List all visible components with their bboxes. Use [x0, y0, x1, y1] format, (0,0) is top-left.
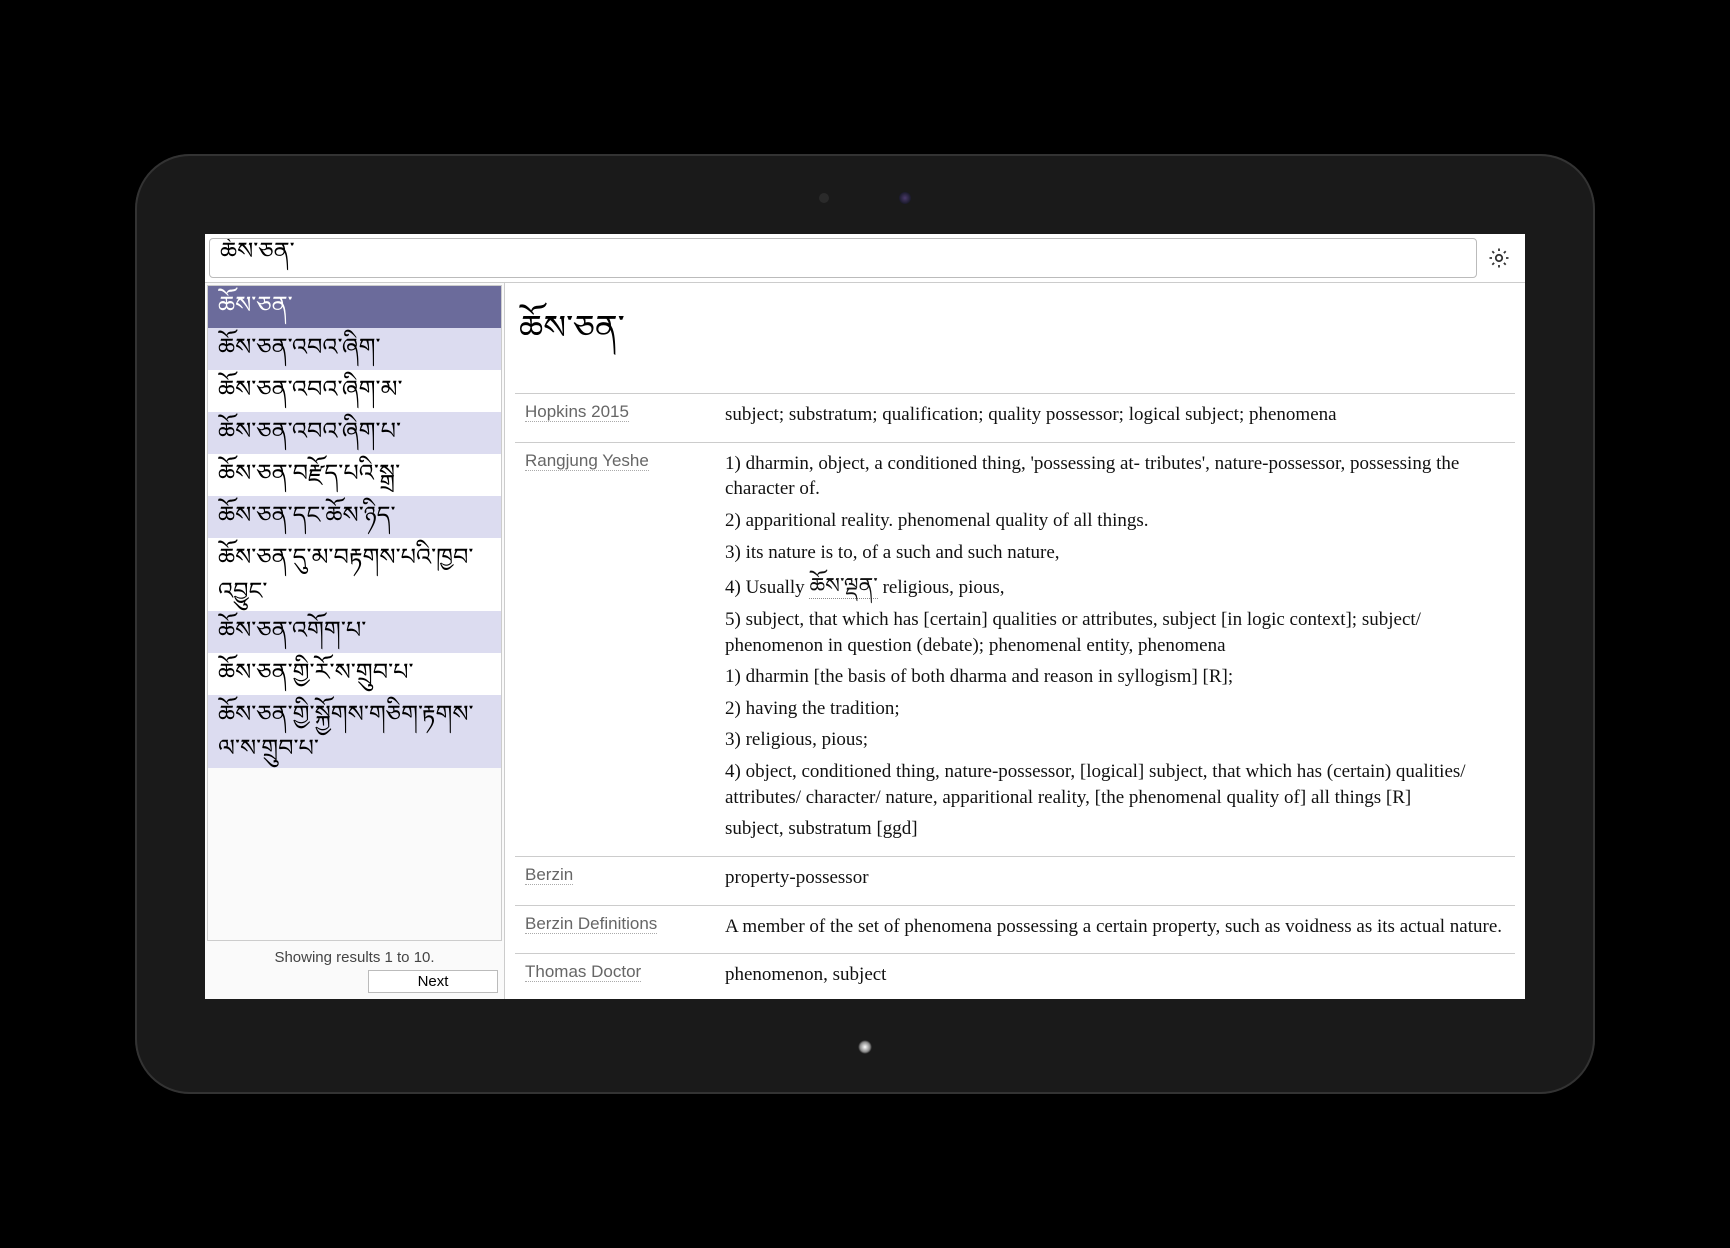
- definition-cell: 1) dharmin, object, a conditioned thing,…: [715, 442, 1515, 856]
- tibetan-inline-link[interactable]: ཆོས་ལྡན་: [809, 573, 877, 599]
- definition-row: Rangjung Yeshe 1) dharmin, object, a cond…: [515, 442, 1515, 856]
- definition-row: Berzin property-possessor: [515, 857, 1515, 906]
- definition-paragraph: subject, substratum [ggd]: [725, 816, 1505, 842]
- result-item[interactable]: ཆོས་ཅན་བརྫོད་པའི་སྒྲ་: [208, 454, 501, 496]
- definition-paragraph: property-possessor: [725, 865, 1505, 891]
- definition-paragraph: 3) its nature is to, of a such and such …: [725, 540, 1505, 566]
- source-cell: Hopkins 2015: [515, 394, 715, 443]
- source-link[interactable]: Berzin: [525, 865, 573, 885]
- result-item[interactable]: ཆོས་ཅན་: [208, 286, 501, 328]
- source-cell: Berzin: [515, 857, 715, 906]
- result-item[interactable]: ཆོས་ཅན་དང་ཆོས་ཉིད་: [208, 496, 501, 538]
- results-sidebar: ཆོས་ཅན་ཆོས་ཅན་འབའ་ཞིག་ཆོས་ཅན་འབའ་ཞིག་མ་ཆ…: [205, 283, 505, 999]
- gear-icon: [1487, 246, 1511, 270]
- entry-headword: ཆོས་ཅན་: [515, 287, 1515, 393]
- result-list: ཆོས་ཅན་ཆོས་ཅན་འབའ་ཞིག་ཆོས་ཅན་འབའ་ཞིག་མ་ཆ…: [207, 285, 502, 941]
- content-area: ཆོས་ཅན་ཆོས་ཅན་འབའ་ཞིག་ཆོས་ཅན་འབའ་ཞིག་མ་ཆ…: [205, 283, 1525, 999]
- definition-paragraph: 1) dharmin [the basis of both dharma and…: [725, 664, 1505, 690]
- definition-row: Hopkins 2015 subject; substratum; qualifi…: [515, 394, 1515, 443]
- result-item[interactable]: ཆོས་ཅན་འབའ་ཞིག་: [208, 328, 501, 370]
- source-link[interactable]: Berzin Definitions: [525, 914, 657, 934]
- pager-text: Showing results 1 to 10.: [274, 949, 434, 966]
- search-input[interactable]: [209, 238, 1477, 278]
- source-link[interactable]: Rangjung Yeshe: [525, 451, 649, 471]
- result-item[interactable]: ཆོས་ཅན་འབའ་ཞིག་པ་: [208, 412, 501, 454]
- definition-paragraph: 3) religious, pious;: [725, 727, 1505, 753]
- definition-paragraph: 2) apparitional reality. phenomenal qual…: [725, 508, 1505, 534]
- entry-panel[interactable]: ཆོས་ཅན་ Hopkins 2015 subject; substratum;…: [505, 283, 1525, 999]
- result-item[interactable]: ཆོས་ཅན་འགོག་པ་: [208, 611, 501, 653]
- definitions-table: Hopkins 2015 subject; substratum; qualifi…: [515, 393, 1515, 999]
- tablet-frame: ཆོས་ཅན་ཆོས་ཅན་འབའ་ཞིག་ཆོས་ཅན་འབའ་ཞིག་མ་ཆ…: [135, 154, 1595, 1094]
- definition-paragraph: 1) dharmin, object, a conditioned thing,…: [725, 451, 1505, 502]
- tablet-camera: [819, 192, 911, 204]
- definition-paragraph: phenomenon, subject: [725, 962, 1505, 988]
- result-item[interactable]: ཆོས་ཅན་འབའ་ཞིག་མ་: [208, 370, 501, 412]
- definition-paragraph: 4) object, conditioned thing, nature-pos…: [725, 759, 1505, 810]
- definition-paragraph: A member of the set of phenomena possess…: [725, 914, 1505, 940]
- definition-cell: property-possessor: [715, 857, 1515, 906]
- next-button[interactable]: Next: [368, 970, 498, 993]
- definition-cell: phenomenon, subject: [715, 954, 1515, 999]
- result-item[interactable]: ཆོས་ཅན་གྱི་སྐྱོགས་གཅིག་རྟགས་ལ་ས་གྲུབ་པ་: [208, 695, 501, 768]
- pager: Showing results 1 to 10. Next: [205, 943, 504, 999]
- definition-paragraph: 5) subject, that which has [certain] qua…: [725, 607, 1505, 658]
- source-cell: Rangjung Yeshe: [515, 442, 715, 856]
- result-item[interactable]: ཆོས་ཅན་དུ་མ་བརྟགས་པའི་ཁྱབ་འབྱུང་: [208, 538, 501, 611]
- definition-paragraph: 2) having the tradition;: [725, 696, 1505, 722]
- settings-button[interactable]: [1483, 242, 1515, 274]
- definition-paragraph: 4) Usually ཆོས་ལྡན་ religious, pious,: [725, 571, 1505, 601]
- app-screen: ཆོས་ཅན་ཆོས་ཅན་འབའ་ཞིག་ཆོས་ཅན་འབའ་ཞིག་མ་ཆ…: [205, 234, 1525, 999]
- definition-paragraph: subject; substratum; qualification; qual…: [725, 402, 1505, 428]
- definition-cell: A member of the set of phenomena possess…: [715, 905, 1515, 954]
- definition-row: Thomas Doctor phenomenon, subject: [515, 954, 1515, 999]
- source-link[interactable]: Thomas Doctor: [525, 962, 641, 982]
- definition-cell: subject; substratum; qualification; qual…: [715, 394, 1515, 443]
- search-bar: [205, 234, 1525, 283]
- source-link[interactable]: Hopkins 2015: [525, 402, 629, 422]
- source-cell: Berzin Definitions: [515, 905, 715, 954]
- tablet-home-indicator: [858, 1040, 872, 1054]
- result-item[interactable]: ཆོས་ཅན་གྱི་རོ་ས་གྲུབ་པ་: [208, 653, 501, 695]
- definition-row: Berzin Definitions A member of the set of…: [515, 905, 1515, 954]
- source-cell: Thomas Doctor: [515, 954, 715, 999]
